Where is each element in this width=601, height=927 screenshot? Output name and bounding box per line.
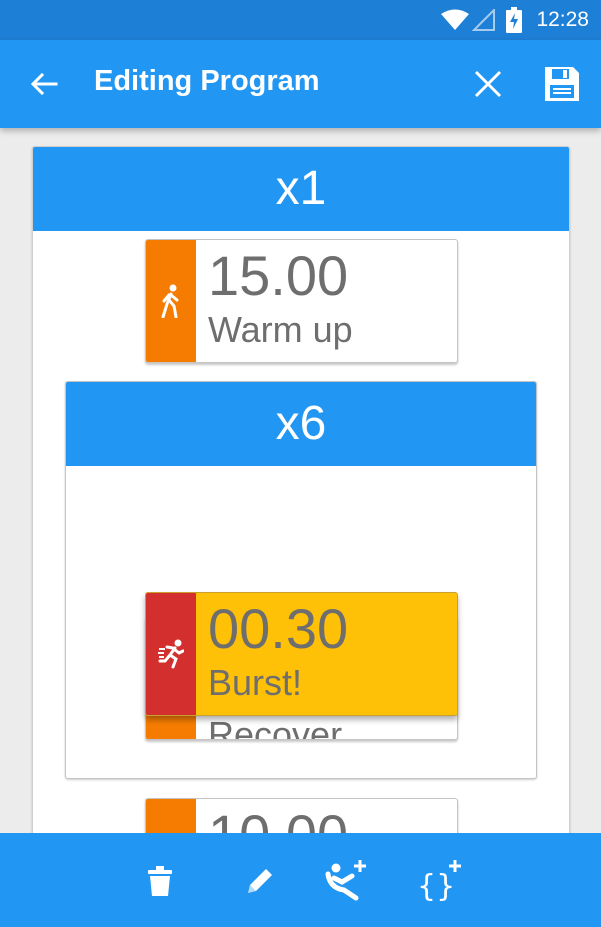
step-type-strip: [146, 799, 196, 833]
step-duration: 00.30: [208, 597, 349, 660]
bottom-action-bar: {}: [0, 833, 601, 927]
repeat-block-outer[interactable]: x1 15.00 Warm up x6 Recover 00.30 Burst!: [32, 146, 570, 833]
step-name-partial: Recover: [208, 714, 343, 740]
edit-icon: [248, 869, 272, 893]
add-step-icon: [325, 860, 366, 901]
arrow-back-icon[interactable]: [28, 68, 60, 100]
page-title: Editing Program: [94, 65, 320, 97]
step-duration: 10.00: [208, 807, 348, 834]
step-card-next[interactable]: 10.00: [145, 798, 458, 833]
repeat-block-inner[interactable]: x6 Recover 00.30 Burst!: [65, 381, 537, 779]
add-step-button[interactable]: [320, 857, 376, 905]
cell-signal-icon: [472, 9, 495, 31]
sprint-icon: [158, 639, 184, 669]
step-type-strip: [146, 593, 196, 715]
delete-button[interactable]: [136, 857, 184, 905]
edit-button[interactable]: [236, 857, 284, 905]
close-icon[interactable]: [472, 68, 504, 100]
status-bar: 12:28: [0, 0, 601, 40]
repeat-count-outer[interactable]: x1: [33, 147, 569, 231]
program-editor: x1 15.00 Warm up x6 Recover 00.30 Burst!: [0, 128, 601, 833]
repeat-count-inner[interactable]: x6: [66, 382, 536, 466]
status-time: 12:28: [536, 8, 589, 31]
step-name: Warm up: [208, 309, 353, 350]
step-duration: 15.00: [208, 244, 349, 307]
add-block-button[interactable]: {}: [410, 857, 466, 905]
step-name: Burst!: [208, 662, 303, 703]
delete-icon: [148, 866, 172, 896]
add-block-icon: {}: [417, 860, 461, 904]
wifi-icon: [441, 9, 469, 30]
svg-text:{}: {}: [417, 869, 455, 904]
save-icon[interactable]: [543, 65, 581, 103]
step-card-burst-dragging[interactable]: 00.30 Burst!: [145, 592, 458, 716]
walk-icon: [161, 284, 179, 318]
step-card-warm-up[interactable]: 15.00 Warm up: [145, 239, 458, 363]
step-type-strip: [146, 240, 196, 362]
app-bar: Editing Program: [0, 40, 601, 128]
battery-charging-icon: [506, 7, 522, 33]
